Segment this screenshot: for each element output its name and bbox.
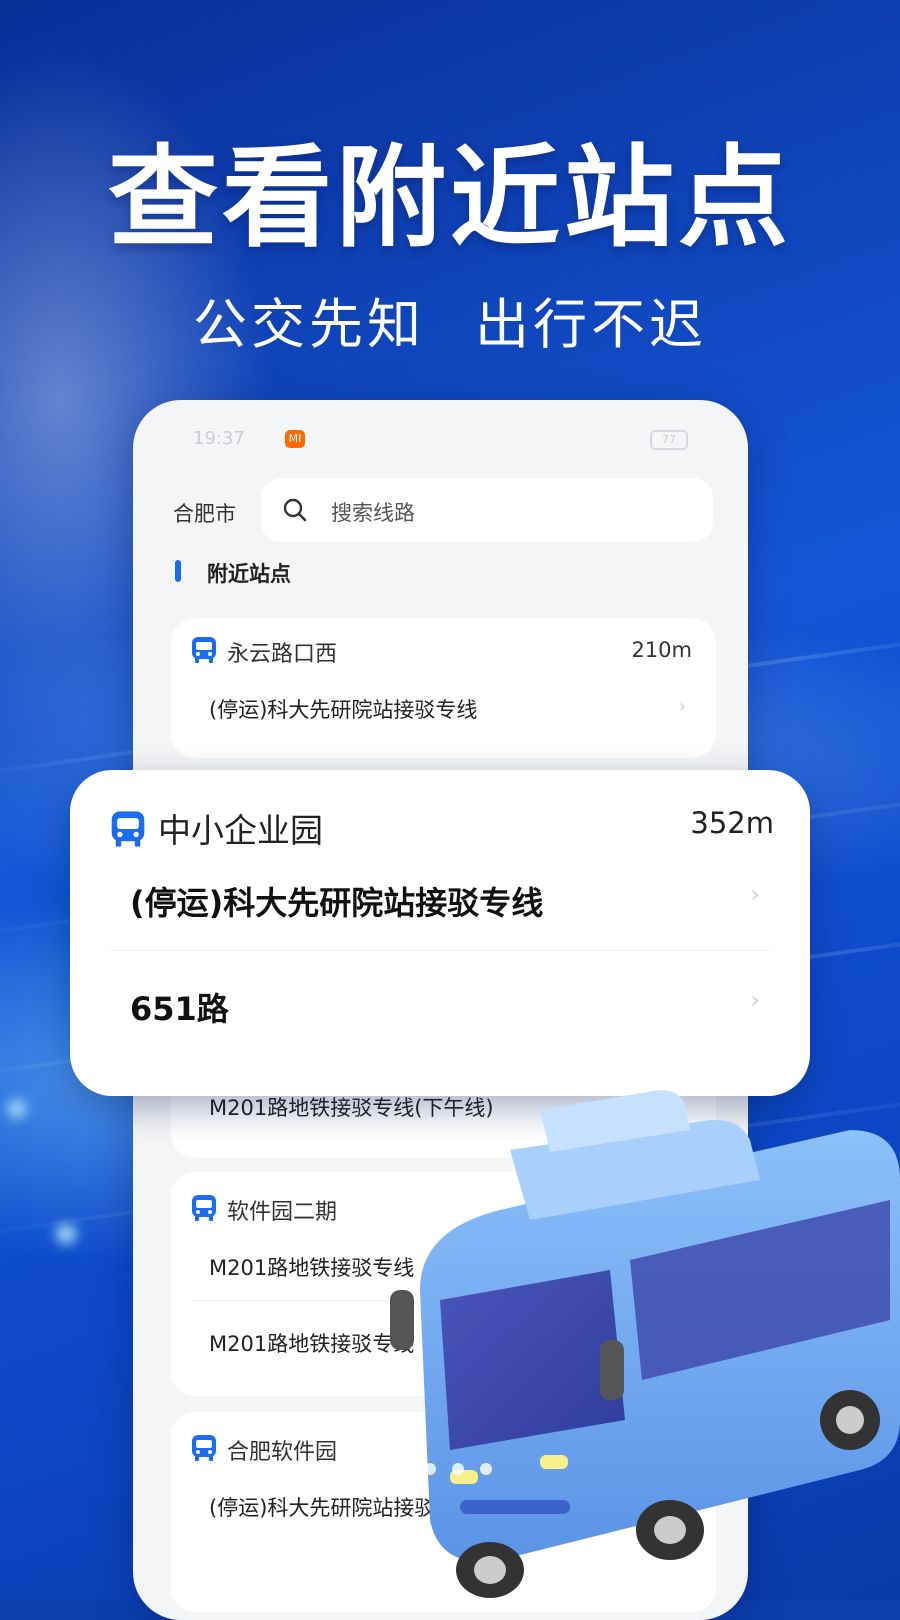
route-item[interactable]: (停运)科大先研院站接驳专线 (130, 878, 543, 924)
chevron-right-icon: › (750, 880, 760, 908)
carousel-dot (480, 1463, 492, 1475)
search-input[interactable]: 搜索线路 (261, 478, 713, 542)
carousel-dot (452, 1463, 464, 1475)
subline-part2: 出行不迟 (475, 293, 707, 356)
mi-badge: MI (285, 430, 305, 448)
bus-icon (110, 810, 146, 852)
station-distance: 352m (690, 806, 774, 840)
station-name: 中小企业园 (158, 811, 323, 850)
station-name: 永云路口西 (227, 642, 338, 667)
light-glow (56, 1224, 76, 1244)
carousel-dot (424, 1463, 436, 1475)
status-bar: 19:37 MI 77 (173, 428, 708, 452)
divider (110, 950, 770, 951)
station-card[interactable]: 永云路口西 210m (停运)科大先研院站接驳专线 › (171, 618, 716, 758)
light-glow (8, 1100, 26, 1118)
route-item[interactable]: (停运)科大先研院站接驳专线 (209, 694, 477, 724)
bus-icon (191, 636, 217, 668)
battery-icon: 77 (650, 430, 688, 450)
section-marker (175, 560, 181, 582)
route-item[interactable]: 651路 (130, 984, 229, 1030)
search-placeholder: 搜索线路 (331, 501, 415, 525)
search-icon (281, 496, 309, 528)
bus-icon (191, 1194, 217, 1226)
station-name: 合肥软件园 (227, 1440, 338, 1465)
chevron-right-icon: › (678, 696, 686, 717)
city-selector[interactable]: 合肥市 (173, 498, 236, 528)
bus-icon (191, 1434, 217, 1466)
chevron-right-icon: › (750, 986, 760, 1014)
station-card-highlight[interactable]: 中小企业园 352m (停运)科大先研院站接驳专线 › 651路 › (70, 770, 810, 1096)
subline-part1: 公交先知 (193, 293, 425, 356)
bus-illustration (390, 1090, 900, 1598)
carousel-dots (424, 1460, 508, 1479)
status-time: 19:37 (193, 428, 245, 449)
subline: 公交先知 出行不迟 (0, 280, 900, 359)
headline: 查看附近站点 (108, 134, 792, 262)
station-name: 软件园二期 (227, 1200, 338, 1225)
station-distance: 210m (631, 638, 692, 662)
section-title: 附近站点 (207, 562, 291, 586)
